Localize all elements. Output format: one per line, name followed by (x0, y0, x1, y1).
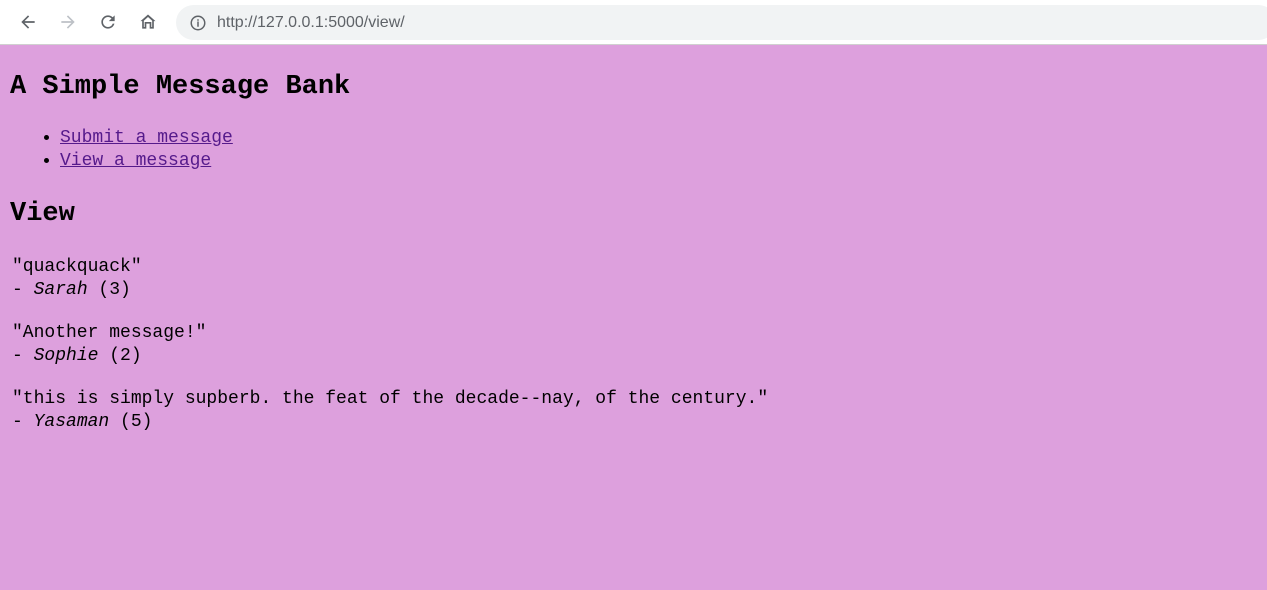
message-author: Yasaman (33, 412, 110, 432)
nav-links: Submit a message View a message (10, 127, 1257, 173)
message-text: "Another message!" (12, 323, 207, 343)
info-icon[interactable] (189, 14, 207, 32)
home-button[interactable] (133, 7, 163, 37)
reload-button[interactable] (93, 7, 123, 37)
section-heading: View (10, 199, 75, 229)
back-button[interactable] (13, 7, 43, 37)
attribution-prefix: - (12, 412, 34, 432)
page-content: A Simple Message Bank Submit a message V… (0, 71, 1267, 434)
nav-item-view: View a message (60, 150, 1257, 173)
reload-icon (101, 15, 115, 29)
message-count: (3) (87, 280, 131, 300)
forward-arrow-icon (61, 15, 75, 29)
address-bar[interactable]: http://127.0.0.1:5000/view/ (176, 5, 1267, 40)
attribution-prefix: - (12, 280, 34, 300)
view-message-link[interactable]: View a message (60, 151, 211, 171)
message-item: "quackquack" - Sarah (3) (12, 256, 1257, 302)
message-attribution: - Yasaman (5) (12, 411, 1257, 434)
message-attribution: - Sophie (2) (12, 345, 1257, 368)
message-text: "this is simply supberb. the feat of the… (12, 389, 769, 409)
url-host: http://127.0.0.1 (217, 13, 324, 31)
message-text: "quackquack" (12, 257, 142, 277)
page-title: A Simple Message Bank (10, 72, 351, 102)
forward-button[interactable] (53, 7, 83, 37)
attribution-prefix: - (12, 346, 34, 366)
message-list: "quackquack" - Sarah (3) "Another messag… (10, 256, 1257, 434)
home-icon (140, 14, 156, 29)
browser-toolbar: http://127.0.0.1:5000/view/ (0, 0, 1267, 45)
nav-item-submit: Submit a message (60, 127, 1257, 150)
message-count: (5) (109, 412, 153, 432)
message-author: Sophie (33, 346, 99, 366)
message-attribution: - Sarah (3) (12, 279, 1257, 302)
message-count: (2) (98, 346, 142, 366)
back-arrow-icon (21, 15, 35, 29)
message-item: "Another message!" - Sophie (2) (12, 322, 1257, 368)
message-author: Sarah (33, 280, 88, 300)
url-text[interactable]: http://127.0.0.1:5000/view/ (217, 14, 405, 32)
submit-message-link[interactable]: Submit a message (60, 128, 233, 148)
message-item: "this is simply supberb. the feat of the… (12, 388, 1257, 434)
url-path: :5000/view/ (323, 13, 405, 31)
